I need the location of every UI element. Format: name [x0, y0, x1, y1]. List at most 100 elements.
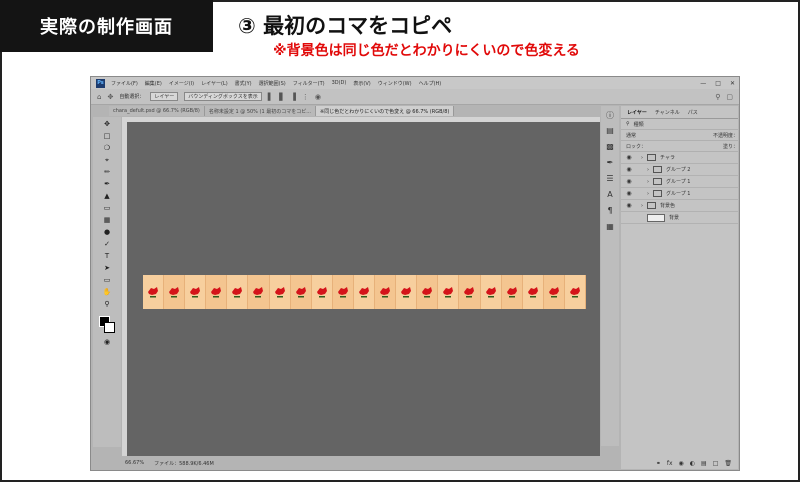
- history-icon[interactable]: ▤: [606, 126, 614, 142]
- align-right-icon[interactable]: ▐: [291, 93, 296, 101]
- stamp-tool-icon[interactable]: ▲: [96, 191, 118, 201]
- chevron-icon[interactable]: ›: [647, 167, 649, 173]
- adjustment-icon[interactable]: ◐: [690, 460, 695, 467]
- fill-label: 塗り：: [722, 143, 738, 150]
- tab-channels[interactable]: チャンネル: [655, 109, 680, 116]
- maximize-icon[interactable]: □: [715, 80, 721, 87]
- menu-select[interactable]: 選択範囲(S): [259, 80, 286, 87]
- tab-paths[interactable]: パス: [688, 109, 698, 116]
- canvas-area[interactable]: [127, 122, 600, 456]
- brush-tool-icon[interactable]: ✒: [96, 179, 118, 189]
- sprite-frame: [396, 275, 418, 309]
- chevron-icon[interactable]: ›: [647, 191, 649, 197]
- tab-document-3[interactable]: ※同じ色だとわかりにくいので色変え @ 66.7% (RGB/8): [316, 106, 455, 116]
- new-layer-icon[interactable]: □: [713, 460, 719, 467]
- layer-row[interactable]: ◉ › グループ 2: [621, 164, 738, 176]
- search-icon[interactable]: ⚲: [715, 93, 720, 101]
- marquee-tool-icon[interactable]: □: [96, 131, 118, 141]
- workspace-icon[interactable]: ▢: [726, 93, 733, 101]
- sprite-frame: [417, 275, 439, 309]
- zoom-tool-icon[interactable]: ⚲: [96, 299, 118, 309]
- blend-row: 通常 不透明度：: [621, 130, 738, 141]
- dodge-tool-icon[interactable]: ●: [96, 227, 118, 237]
- properties-icon[interactable]: ▦: [606, 222, 614, 238]
- tab-layers[interactable]: レイヤー: [627, 109, 647, 116]
- menu-image[interactable]: イメージ(I): [169, 80, 194, 87]
- layer-row[interactable]: 背景: [621, 212, 738, 224]
- hand-tool-icon[interactable]: ✋: [96, 287, 118, 297]
- distribute-icon[interactable]: ⋮: [302, 93, 309, 101]
- visibility-eye-icon[interactable]: ◉: [625, 154, 633, 161]
- tab-document-2[interactable]: 名称未設定 1 @ 50% (1 最初のコマをコピ...: [204, 106, 317, 116]
- layer-row[interactable]: ◉ › 背景色: [621, 200, 738, 212]
- pen-tool-icon[interactable]: ✓: [96, 239, 118, 249]
- chevron-icon[interactable]: ›: [641, 155, 643, 161]
- path-select-tool-icon[interactable]: ➤: [96, 263, 118, 273]
- info-icon[interactable]: ⓘ: [606, 110, 614, 126]
- type-tool-icon[interactable]: T: [96, 251, 118, 261]
- mask-icon[interactable]: ◉: [679, 460, 684, 467]
- brush-settings-icon[interactable]: ✒: [607, 158, 614, 174]
- layers-icon[interactable]: ▩: [606, 142, 614, 158]
- minimize-icon[interactable]: —: [700, 80, 706, 87]
- character-icon[interactable]: A: [607, 190, 612, 206]
- eyedropper-tool-icon[interactable]: ✏: [96, 167, 118, 177]
- visibility-eye-icon[interactable]: ◉: [625, 190, 633, 197]
- layer-row[interactable]: ◉ › グループ 1: [621, 176, 738, 188]
- lasso-tool-icon[interactable]: ❍: [96, 143, 118, 153]
- character-sprite: [358, 287, 369, 298]
- visibility-eye-icon[interactable]: ◉: [625, 178, 633, 185]
- background-color[interactable]: [104, 322, 115, 333]
- menu-help[interactable]: ヘルプ(H): [419, 80, 442, 87]
- visibility-eye-icon[interactable]: ◉: [625, 166, 633, 173]
- tab-document-1[interactable]: chara_defult.psd @ 66.7% (RGB/8): [109, 106, 205, 116]
- menu-type[interactable]: 書式(Y): [235, 80, 252, 87]
- link-icon[interactable]: ⚭: [656, 460, 661, 467]
- sprite-frame-strip: [143, 275, 586, 309]
- trash-icon[interactable]: 🗑: [724, 460, 732, 467]
- home-icon[interactable]: ⌂: [97, 93, 101, 101]
- menu-3d[interactable]: 3D(D): [332, 80, 347, 86]
- folder-icon: [647, 202, 656, 209]
- bounding-box-checkbox[interactable]: バウンディングボックスを表示: [184, 92, 262, 101]
- align-left-icon[interactable]: ▌: [268, 93, 273, 101]
- gradient-tool-icon[interactable]: ▦: [96, 215, 118, 225]
- layer-row[interactable]: ◉ › チャラ: [621, 152, 738, 164]
- layer-row[interactable]: ◉ › グループ 1: [621, 188, 738, 200]
- move-tool-icon[interactable]: ✥: [107, 93, 113, 101]
- folder-icon: [653, 190, 662, 197]
- menu-filter[interactable]: フィルター(T): [293, 80, 325, 87]
- menu-file[interactable]: ファイル(F): [111, 80, 138, 87]
- menu-layer[interactable]: レイヤー(L): [201, 80, 228, 87]
- chevron-icon[interactable]: ›: [641, 203, 643, 209]
- quick-mask-icon[interactable]: ◉: [96, 337, 118, 347]
- auto-select-label[interactable]: 自動選択：: [119, 93, 144, 100]
- eraser-tool-icon[interactable]: ▭: [96, 203, 118, 213]
- character-sprite: [443, 287, 454, 298]
- new-group-icon[interactable]: ▤: [701, 460, 707, 467]
- paragraph-icon[interactable]: ¶: [607, 206, 612, 222]
- fx-icon[interactable]: fx: [667, 460, 673, 467]
- menu-bar: Ps ファイル(F) 編集(E) イメージ(I) レイヤー(L) 書式(Y) 選…: [91, 77, 739, 89]
- color-swatches[interactable]: [96, 315, 118, 335]
- move-tool-icon[interactable]: ✥: [96, 119, 118, 129]
- align-center-icon[interactable]: ▋: [279, 93, 284, 101]
- layer-name: チャラ: [660, 155, 675, 161]
- menu-edit[interactable]: 編集(E): [145, 80, 162, 87]
- layer-select-dropdown[interactable]: レイヤー: [150, 92, 179, 101]
- chevron-icon[interactable]: ›: [647, 179, 649, 185]
- menu-view[interactable]: 表示(V): [353, 80, 370, 87]
- sprite-frame: [185, 275, 207, 309]
- visibility-eye-icon[interactable]: ◉: [625, 202, 633, 209]
- adjust-icon[interactable]: ☰: [606, 174, 613, 190]
- blend-mode-select[interactable]: 通常: [626, 132, 636, 139]
- shape-tool-icon[interactable]: ▭: [96, 275, 118, 285]
- 3d-mode-icon[interactable]: ◉: [315, 93, 321, 101]
- sprite-frame: [353, 275, 376, 309]
- crop-tool-icon[interactable]: ⌖: [96, 155, 118, 165]
- zoom-level[interactable]: 66.67%: [125, 460, 144, 466]
- menu-window[interactable]: ウィンドウ(W): [378, 80, 412, 87]
- close-icon[interactable]: ✕: [730, 80, 735, 87]
- layer-filter-select[interactable]: 種類: [634, 121, 644, 128]
- character-sprite: [190, 287, 201, 298]
